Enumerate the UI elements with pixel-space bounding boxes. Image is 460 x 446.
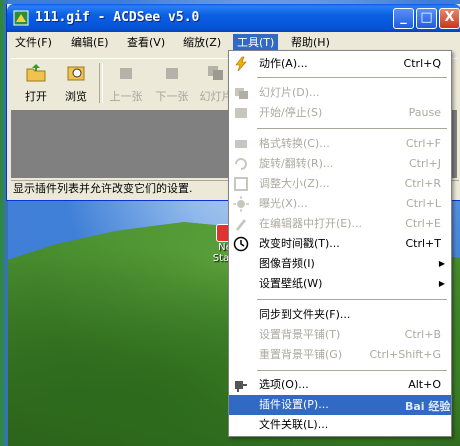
previous-image-icon — [120, 68, 132, 79]
menu-item-options[interactable]: 选项(O)... Alt+O — [229, 375, 451, 395]
submenu-arrow-icon: ▶ — [438, 259, 445, 268]
slideshow-icon — [235, 88, 248, 99]
menu-item-set-wallpaper[interactable]: 设置壁纸(W) ▶ — [229, 274, 451, 294]
exposure-icon — [233, 196, 249, 212]
menu-item-sync-folder[interactable]: 同步到文件夹(F)... — [229, 305, 451, 325]
tools-dropdown-menu: 动作(A)... Ctrl+Q 幻灯片(D)... 开始/停止(S) Pause… — [228, 50, 452, 437]
menu-separator — [257, 370, 447, 371]
menu-item-resize[interactable]: 调整大小(Z)... Ctrl+R — [229, 174, 451, 194]
browse-button[interactable]: 浏览 — [57, 61, 95, 105]
clock-icon — [233, 236, 249, 252]
open-folder-icon — [26, 64, 46, 82]
title-bar[interactable]: 111.gif - ACDSee v5.0 _ □ X — [7, 4, 460, 32]
menu-item-open-in-editor[interactable]: 在编辑器中打开(E)... Ctrl+E — [229, 214, 451, 234]
menu-zoom[interactable]: 缩放(Z) — [179, 34, 225, 52]
menu-item-slideshow[interactable]: 幻灯片(D)... — [229, 83, 451, 103]
previous-label: 上一张 — [109, 90, 143, 103]
tools-icon — [235, 381, 247, 392]
menu-separator — [257, 77, 447, 78]
browse-label: 浏览 — [65, 90, 87, 103]
next-image-icon — [166, 68, 178, 79]
slideshow-icon — [208, 66, 223, 80]
menu-separator — [257, 299, 447, 300]
convert-icon — [235, 140, 247, 148]
menu-separator — [257, 128, 447, 129]
menu-edit[interactable]: 编辑(E) — [67, 34, 113, 52]
window-title: 111.gif - ACDSee v5.0 — [35, 10, 200, 25]
open-label: 打开 — [25, 90, 47, 103]
browse-icon — [67, 66, 85, 81]
menu-item-image-audio[interactable]: 图像音频(I) ▶ — [229, 254, 451, 274]
play-icon — [235, 108, 247, 118]
resize-icon — [234, 177, 248, 191]
menu-item-rotate[interactable]: 旋转/翻转(R)... Ctrl+J — [229, 154, 451, 174]
submenu-arrow-icon: ▶ — [438, 279, 445, 288]
menu-file[interactable]: 文件(F) — [11, 34, 56, 52]
menu-item-exposure[interactable]: 曝光(X)... Ctrl+L — [229, 194, 451, 214]
next-button[interactable]: 下一张 — [153, 61, 191, 105]
minimize-button[interactable]: _ — [393, 8, 414, 29]
menu-item-start-stop[interactable]: 开始/停止(S) Pause — [229, 103, 451, 123]
maximize-button[interactable]: □ — [416, 8, 437, 29]
open-button[interactable]: 打开 — [17, 61, 55, 105]
menu-item-convert[interactable]: 格式转换(C)... Ctrl+F — [229, 134, 451, 154]
close-button[interactable]: X — [439, 8, 460, 29]
editor-icon — [236, 219, 246, 231]
lightning-icon — [235, 56, 247, 72]
menu-item-actions[interactable]: 动作(A)... Ctrl+Q — [229, 54, 451, 74]
menu-item-change-timestamp[interactable]: 改变时间戳(T)... Ctrl+T — [229, 234, 451, 254]
menu-view[interactable]: 查看(V) — [123, 34, 169, 52]
next-label: 下一张 — [155, 90, 189, 103]
menu-item-set-background-tile[interactable]: 设置背景平铺(T) Ctrl+B — [229, 325, 451, 345]
toolbar-separator — [99, 63, 103, 103]
previous-button[interactable]: 上一张 — [107, 61, 145, 105]
baidu-jingyan-watermark: Bai 经验 — [405, 400, 451, 413]
acdsee-app-icon — [13, 10, 29, 26]
rotate-icon — [235, 158, 247, 170]
menu-item-reset-background-tile[interactable]: 重置背景平铺(G) Ctrl+Shift+G — [229, 345, 451, 365]
